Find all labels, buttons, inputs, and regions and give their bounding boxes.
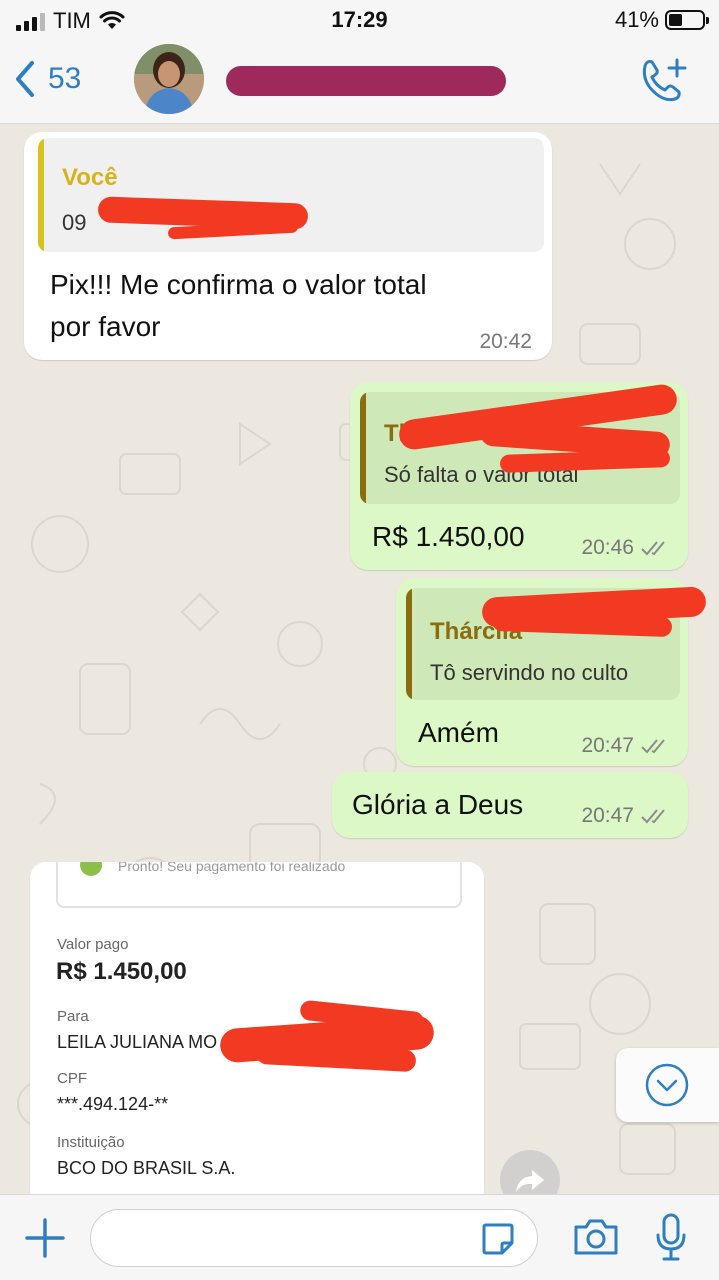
back-chevron-icon — [16, 61, 34, 97]
plus-icon — [25, 1218, 65, 1258]
forward-button[interactable] — [500, 1150, 560, 1194]
add-call-button[interactable] — [639, 56, 689, 102]
message-outgoing[interactable]: Thárcil Só falta o valor total R$ 1.450,… — [350, 382, 688, 570]
message-time: 20:47 — [581, 734, 670, 758]
message-input[interactable] — [109, 1210, 473, 1266]
chat-header: 53 — [0, 40, 719, 124]
composer-bar — [0, 1194, 719, 1280]
cpf-label: CPF — [57, 1070, 87, 1087]
scroll-to-bottom-button[interactable] — [616, 1048, 719, 1122]
status-right: 41% — [614, 7, 709, 33]
chat-area[interactable]: Você 09 Pix!!! Me confirma o valor total… — [0, 124, 719, 1194]
recipient-label: Para — [57, 1008, 89, 1025]
microphone-icon — [656, 1213, 686, 1261]
message-time: 20:42 — [479, 330, 532, 353]
clock: 17:29 — [331, 7, 388, 32]
message-text: Amém — [418, 717, 499, 748]
sticker-button[interactable] — [480, 1221, 516, 1257]
message-text: Glória a Deus — [352, 789, 524, 820]
amount-label: Valor pago — [57, 936, 129, 953]
double-check-icon — [641, 541, 665, 556]
amount-value: R$ 1.450,00 — [56, 958, 187, 985]
camera-button[interactable] — [572, 1217, 620, 1257]
double-check-icon — [641, 739, 665, 754]
contact-avatar[interactable] — [134, 44, 204, 114]
contact-name-redacted[interactable] — [226, 64, 506, 98]
unread-count: 53 — [48, 62, 82, 95]
message-outgoing[interactable]: Glória a Deus 20:47 — [332, 772, 688, 838]
status-bar: TIM 17:29 41% — [0, 0, 719, 40]
receipt-top-text: Pronto! Seu pagamento foi realizado — [118, 862, 346, 874]
message-time: 20:46 — [581, 536, 670, 560]
check-icon — [80, 862, 102, 876]
camera-icon — [574, 1219, 618, 1255]
microphone-button[interactable] — [654, 1213, 688, 1263]
battery-icon — [665, 10, 709, 30]
bank-label: Instituição — [57, 1134, 125, 1151]
message-text-line: Pix!!! Me confirma o valor total — [50, 269, 427, 300]
forward-icon — [516, 1170, 544, 1192]
message-input-wrapper — [90, 1209, 538, 1267]
image-message-receipt[interactable]: Pronto! Seu pagamento foi realizado Valo… — [30, 862, 484, 1194]
message-text: R$ 1.450,00 — [372, 521, 525, 552]
receipt-top-box: Pronto! Seu pagamento foi realizado — [56, 862, 462, 908]
quote-author: Você — [62, 164, 118, 191]
battery-percentage: 41% — [614, 7, 659, 32]
message-outgoing[interactable]: Thárcila Tô servindo no culto Amém 20:47 — [396, 578, 707, 766]
bank-value: BCO DO BRASIL S.A. — [57, 1158, 236, 1178]
message-time: 20:47 — [581, 804, 670, 828]
sticker-icon — [482, 1223, 514, 1255]
message-incoming[interactable]: Você 09 Pix!!! Me confirma o valor total… — [24, 132, 552, 360]
message-text-line: por favor — [50, 311, 161, 342]
reply-quote[interactable]: Você 09 — [38, 138, 544, 252]
back-button[interactable]: 53 — [14, 60, 81, 98]
add-call-icon — [642, 58, 687, 102]
quote-text: Tô servindo no culto — [430, 660, 629, 685]
double-check-icon — [641, 809, 665, 824]
attach-button[interactable] — [24, 1217, 66, 1259]
recipient-value: LEILA JULIANA MO — [57, 1032, 218, 1052]
quote-text: 09 — [62, 210, 87, 235]
cpf-value: ***.494.124-** — [57, 1094, 169, 1114]
chevron-down-icon — [645, 1063, 689, 1107]
